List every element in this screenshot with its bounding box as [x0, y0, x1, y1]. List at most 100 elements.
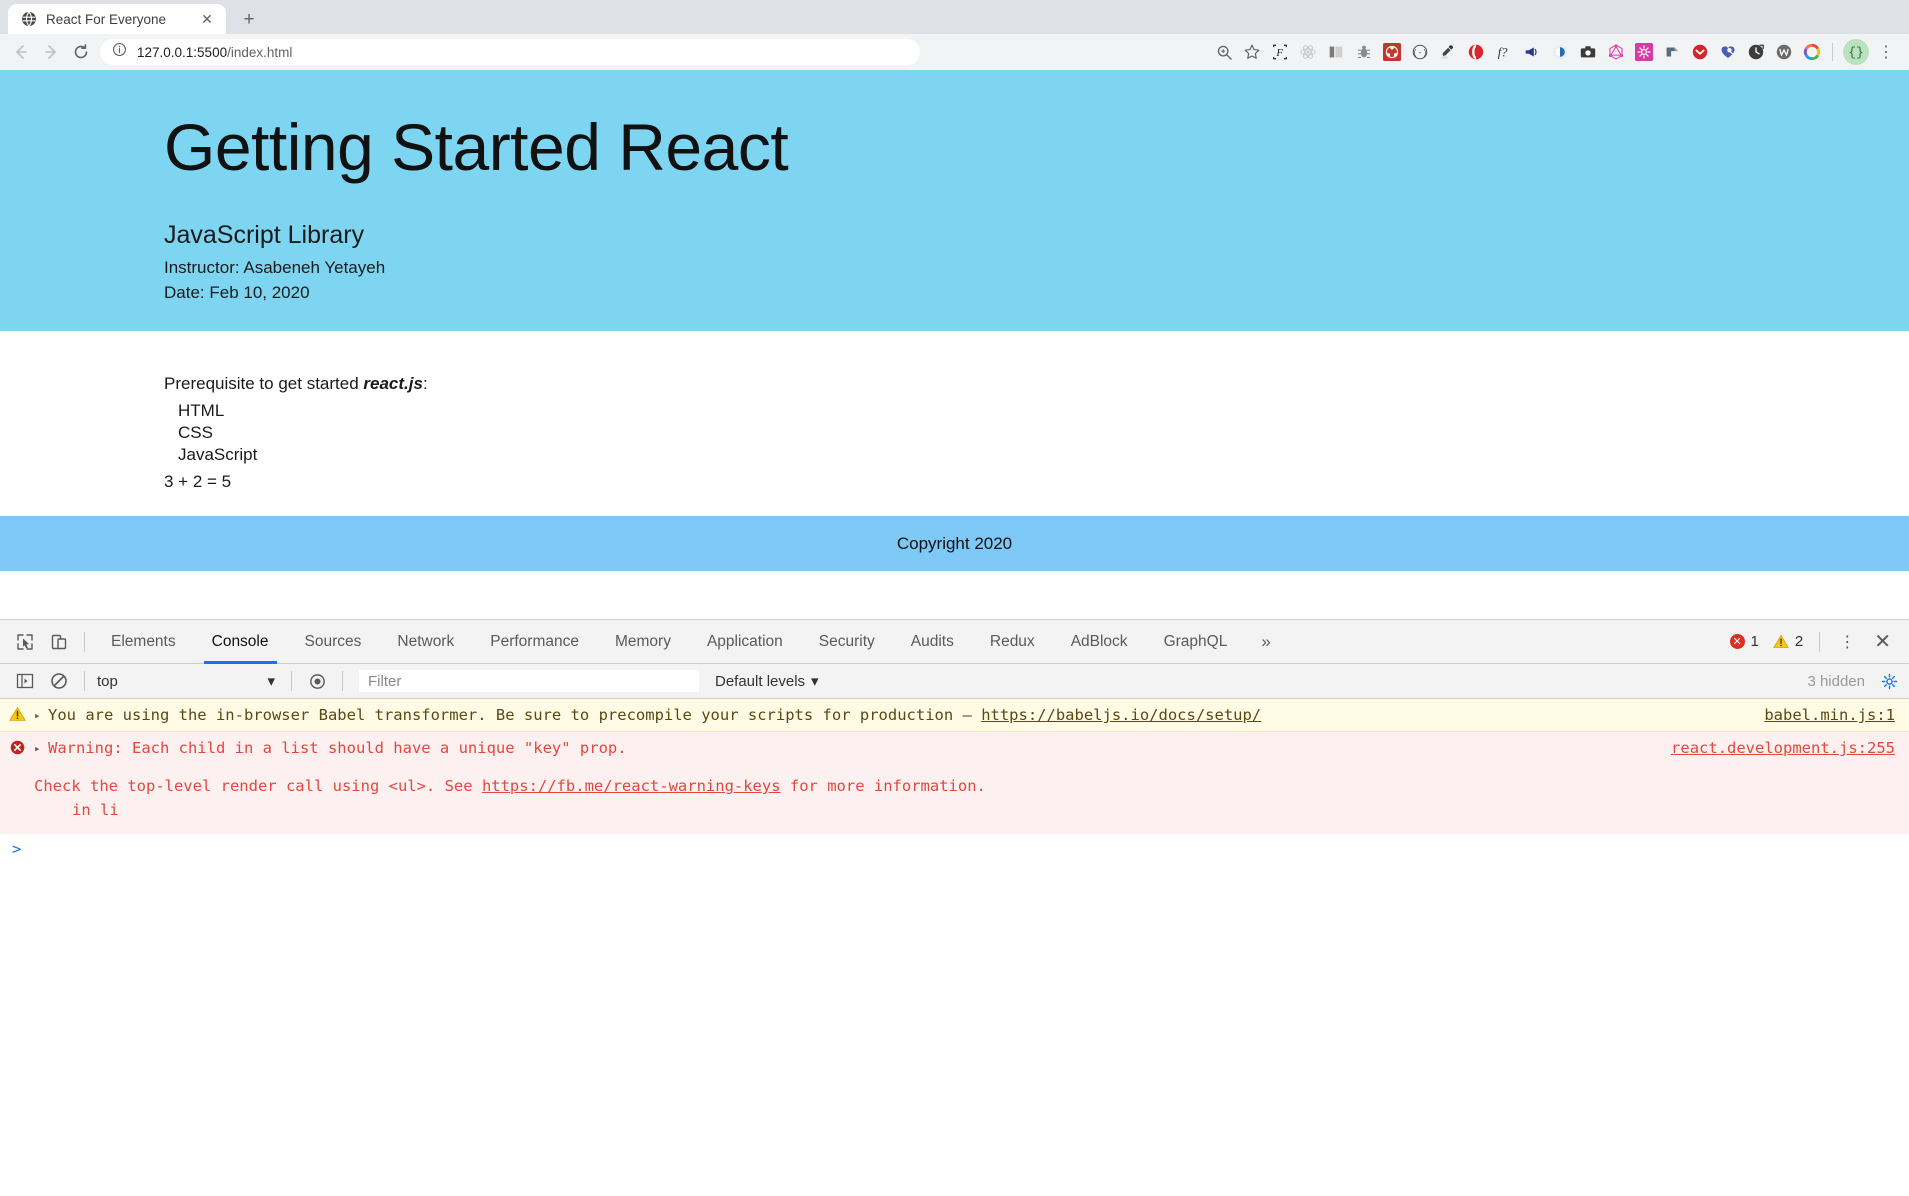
bookmark-star-icon[interactable] [1238, 38, 1266, 66]
url-host: 127.0.0.1:5500 [137, 44, 228, 60]
extension-strip: F (-) f? {} ⋮ [1210, 38, 1901, 66]
w-icon[interactable] [1770, 38, 1798, 66]
react-warning-keys-link[interactable]: https://fb.me/react-warning-keys [482, 777, 781, 795]
close-icon[interactable]: ✕ [1866, 632, 1899, 652]
react-devtools-icon[interactable] [1294, 38, 1322, 66]
wappalyzer-heart-icon[interactable] [1714, 38, 1742, 66]
toolbar-divider [84, 671, 85, 691]
inspect-element-icon[interactable] [8, 625, 42, 659]
tab-graphql[interactable]: GraphQL [1146, 620, 1246, 664]
page-title: Getting Started React [164, 110, 789, 184]
clarity-icon[interactable] [1546, 38, 1574, 66]
prerequisite-prefix: Prerequisite to get started [164, 374, 364, 393]
list-item: JavaScript [178, 444, 258, 464]
prerequisite-line: Prerequisite to get started react.js: [164, 374, 1909, 394]
tab-performance[interactable]: Performance [472, 620, 597, 664]
graphql-icon[interactable] [1602, 38, 1630, 66]
tab-sources[interactable]: Sources [287, 620, 380, 664]
address-bar[interactable]: 127.0.0.1:5500/index.html [100, 39, 920, 65]
page-footer: Copyright 2020 [0, 516, 1909, 571]
settings-pink-icon[interactable] [1630, 38, 1658, 66]
log-levels-select[interactable]: Default levels ▾ [715, 672, 819, 691]
split-panel-icon[interactable] [1322, 38, 1350, 66]
browser-menu-icon[interactable]: ⋮ [1873, 39, 1899, 65]
info-icon[interactable] [112, 42, 128, 62]
hidden-messages-count: 3 hidden [1807, 672, 1865, 690]
console-stack-frame: in li [72, 801, 119, 820]
error-circle-icon: ✕ [1729, 634, 1745, 649]
page-subtitle: JavaScript Library [164, 221, 365, 250]
avatar[interactable]: {} [1843, 39, 1869, 65]
devtools-tabs: Elements Console Sources Network Perform… [93, 620, 1287, 664]
tab-adblock[interactable]: AdBlock [1053, 620, 1146, 664]
console-message-text: You are using the in-browser Babel trans… [48, 703, 1764, 727]
devtools-menu-icon[interactable]: ⋮ [1830, 625, 1864, 659]
forward-icon[interactable] [36, 37, 66, 67]
tab-redux[interactable]: Redux [972, 620, 1053, 664]
warning-count-badge[interactable]: 2 [1767, 633, 1809, 650]
eyedropper-icon[interactable] [1434, 38, 1462, 66]
console-message-source[interactable]: babel.min.js:1 [1764, 703, 1909, 727]
error-count: 1 [1750, 633, 1759, 650]
tab-memory[interactable]: Memory [597, 620, 689, 664]
console-message-error[interactable]: ▸ Warning: Each child in a list should h… [0, 732, 1909, 835]
paper-plane-icon[interactable] [1658, 38, 1686, 66]
message-text-part: You are using the in-browser Babel trans… [48, 706, 982, 724]
clear-console-icon[interactable] [42, 664, 76, 698]
babel-setup-link[interactable]: https://babeljs.io/docs/setup/ [981, 706, 1261, 724]
console-sidebar-icon[interactable] [8, 664, 42, 698]
warning-triangle-icon [0, 703, 34, 722]
camera-icon[interactable] [1574, 38, 1602, 66]
tab-strip: React For Everyone ✕ + [0, 0, 1909, 34]
toolbar-divider [342, 671, 343, 691]
megaphone-icon[interactable] [1518, 38, 1546, 66]
prerequisite-suffix: : [422, 374, 428, 393]
tab-application[interactable]: Application [689, 620, 801, 664]
console-message-warning[interactable]: ▸ You are using the in-browser Babel tra… [0, 699, 1909, 733]
warning-count: 2 [1794, 633, 1804, 650]
date-line: Date: Feb 10, 2020 [164, 283, 310, 303]
tab-elements[interactable]: Elements [93, 620, 194, 664]
opera-icon[interactable] [1462, 38, 1490, 66]
execution-context-select[interactable]: top ▾ [93, 669, 283, 693]
new-tab-button[interactable]: + [234, 4, 264, 34]
gear-icon[interactable] [1875, 667, 1903, 695]
font-icon[interactable]: F [1266, 38, 1294, 66]
parens-icon[interactable]: (-) [1406, 38, 1434, 66]
console-messages: ▸ You are using the in-browser Babel tra… [0, 699, 1909, 1174]
back-icon[interactable] [6, 37, 36, 67]
execution-context-value: top [97, 672, 118, 690]
browser-tab[interactable]: React For Everyone ✕ [8, 4, 226, 34]
sum-line: 3 + 2 = 5 [164, 471, 232, 491]
live-expression-icon[interactable] [300, 664, 334, 698]
reload-icon[interactable] [66, 37, 96, 67]
devtools-tabbar: Elements Console Sources Network Perform… [0, 620, 1909, 664]
error-count-badge[interactable]: ✕ 1 [1724, 633, 1765, 650]
redux-icon[interactable] [1378, 38, 1406, 66]
console-message-detail: Check the top-level render call using <u… [0, 760, 1909, 822]
zoom-icon[interactable] [1210, 38, 1238, 66]
tab-audits[interactable]: Audits [893, 620, 972, 664]
close-icon[interactable]: ✕ [198, 10, 216, 28]
color-wheel-icon[interactable] [1798, 38, 1826, 66]
tab-title: React For Everyone [46, 11, 167, 27]
expand-arrow-icon[interactable]: ▸ [34, 703, 48, 724]
tab-security[interactable]: Security [801, 620, 893, 664]
filter-input[interactable] [359, 670, 699, 692]
clock-icon[interactable] [1742, 38, 1770, 66]
pocket-icon[interactable] [1686, 38, 1714, 66]
device-toolbar-icon[interactable] [42, 625, 76, 659]
error-circle-icon [0, 736, 34, 756]
more-tabs-icon[interactable]: » [1245, 620, 1286, 664]
toolbar-divider [291, 671, 292, 691]
tab-network[interactable]: Network [379, 620, 472, 664]
globe-icon [20, 11, 37, 28]
page-header: Getting Started React JavaScript Library… [0, 70, 1909, 331]
console-message-source[interactable]: react.development.js:255 [1671, 736, 1909, 760]
console-prompt[interactable]: > [0, 834, 1909, 858]
bug-icon[interactable] [1350, 38, 1378, 66]
url-text: 127.0.0.1:5500/index.html [137, 45, 292, 60]
expand-arrow-icon[interactable]: ▸ [34, 736, 48, 757]
font-finder-icon[interactable]: f? [1490, 38, 1518, 66]
tab-console[interactable]: Console [194, 620, 287, 664]
